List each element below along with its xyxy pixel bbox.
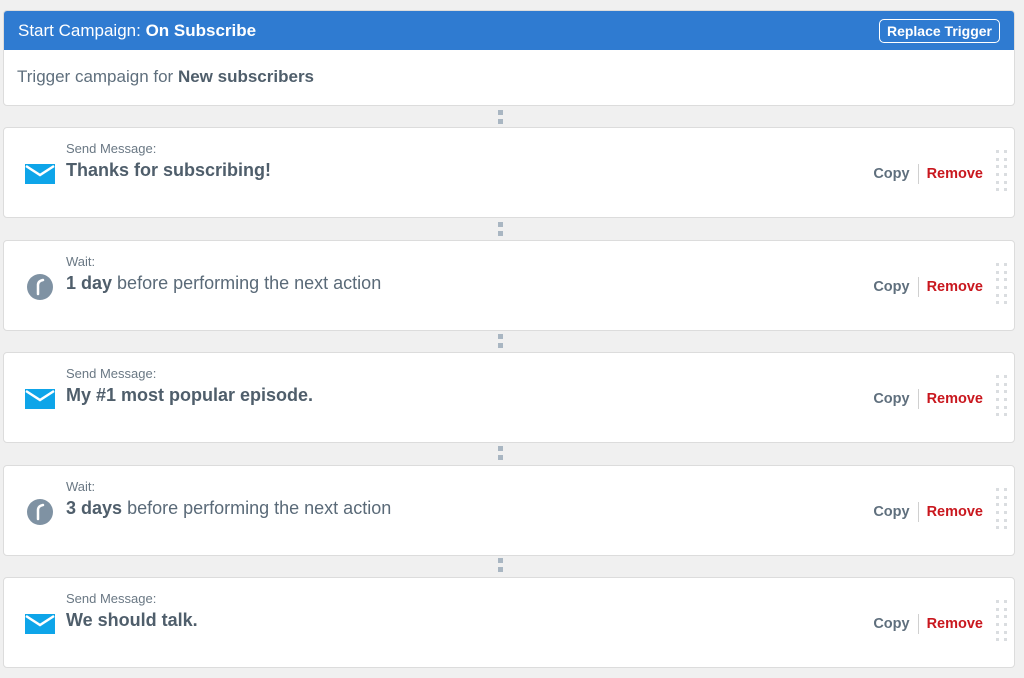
drag-handle[interactable] xyxy=(996,375,1008,417)
replace-trigger-button[interactable]: Replace Trigger xyxy=(878,18,1000,43)
message-subject: Thanks for subscribing! xyxy=(66,160,272,180)
message-subject: My #1 most popular episode. xyxy=(66,385,314,405)
wait-text: before performing the next action xyxy=(127,498,392,518)
step-label: Send Message: xyxy=(66,591,157,606)
trigger-title-name: On Subscribe xyxy=(145,20,257,40)
step-wait[interactable]: Wait: 3 days before performing the next … xyxy=(3,465,1015,556)
step-label: Wait: xyxy=(66,254,96,269)
copy-button[interactable]: Copy xyxy=(873,391,909,407)
trigger-title: Start Campaign: On Subscribe xyxy=(18,21,256,41)
wait-duration: 3 days xyxy=(66,498,123,518)
remove-button[interactable]: Remove xyxy=(927,616,983,632)
copy-button[interactable]: Copy xyxy=(873,279,909,295)
divider xyxy=(917,277,919,297)
step-connector xyxy=(497,446,503,460)
step-send-message[interactable]: Send Message: Thanks for subscribing! Co… xyxy=(3,127,1015,218)
step-connector xyxy=(497,558,503,572)
wait-text: before performing the next action xyxy=(117,273,382,293)
copy-button[interactable]: Copy xyxy=(873,616,909,632)
step-connector xyxy=(497,222,503,236)
envelope-icon xyxy=(25,614,55,634)
wait-description: 3 days before performing the next action xyxy=(66,498,391,519)
drag-handle[interactable] xyxy=(996,600,1008,642)
copy-button[interactable]: Copy xyxy=(873,504,909,520)
step-send-message[interactable]: Send Message: My #1 most popular episode… xyxy=(3,352,1015,443)
trigger-card: Start Campaign: On Subscribe Replace Tri… xyxy=(3,10,1015,106)
divider xyxy=(917,389,919,409)
message-subject: We should talk. xyxy=(66,610,198,630)
step-label: Send Message: xyxy=(66,366,157,381)
divider xyxy=(917,164,919,184)
trigger-title-prefix: Start Campaign: xyxy=(18,20,141,40)
envelope-icon xyxy=(25,389,55,409)
trigger-body-prefix: Trigger campaign for xyxy=(17,67,174,86)
remove-button[interactable]: Remove xyxy=(927,391,983,407)
drag-handle[interactable] xyxy=(996,263,1008,305)
trigger-body-target: New subscribers xyxy=(177,67,315,86)
divider xyxy=(917,614,919,634)
step-connector xyxy=(497,110,503,124)
clock-icon xyxy=(27,499,53,525)
trigger-header: Start Campaign: On Subscribe Replace Tri… xyxy=(4,11,1014,50)
remove-button[interactable]: Remove xyxy=(927,279,983,295)
trigger-description: Trigger campaign for New subscribers xyxy=(4,50,1014,104)
wait-description: 1 day before performing the next action xyxy=(66,273,381,294)
copy-button[interactable]: Copy xyxy=(873,166,909,182)
step-send-message[interactable]: Send Message: We should talk. Copy Remov… xyxy=(3,577,1015,668)
step-label: Send Message: xyxy=(66,141,157,156)
remove-button[interactable]: Remove xyxy=(927,166,983,182)
drag-handle[interactable] xyxy=(996,488,1008,530)
step-connector xyxy=(497,334,503,348)
step-label: Wait: xyxy=(66,479,96,494)
step-wait[interactable]: Wait: 1 day before performing the next a… xyxy=(3,240,1015,331)
clock-icon xyxy=(27,274,53,300)
divider xyxy=(917,502,919,522)
wait-duration: 1 day xyxy=(66,273,113,293)
drag-handle[interactable] xyxy=(996,150,1008,192)
envelope-icon xyxy=(25,164,55,184)
remove-button[interactable]: Remove xyxy=(927,504,983,520)
